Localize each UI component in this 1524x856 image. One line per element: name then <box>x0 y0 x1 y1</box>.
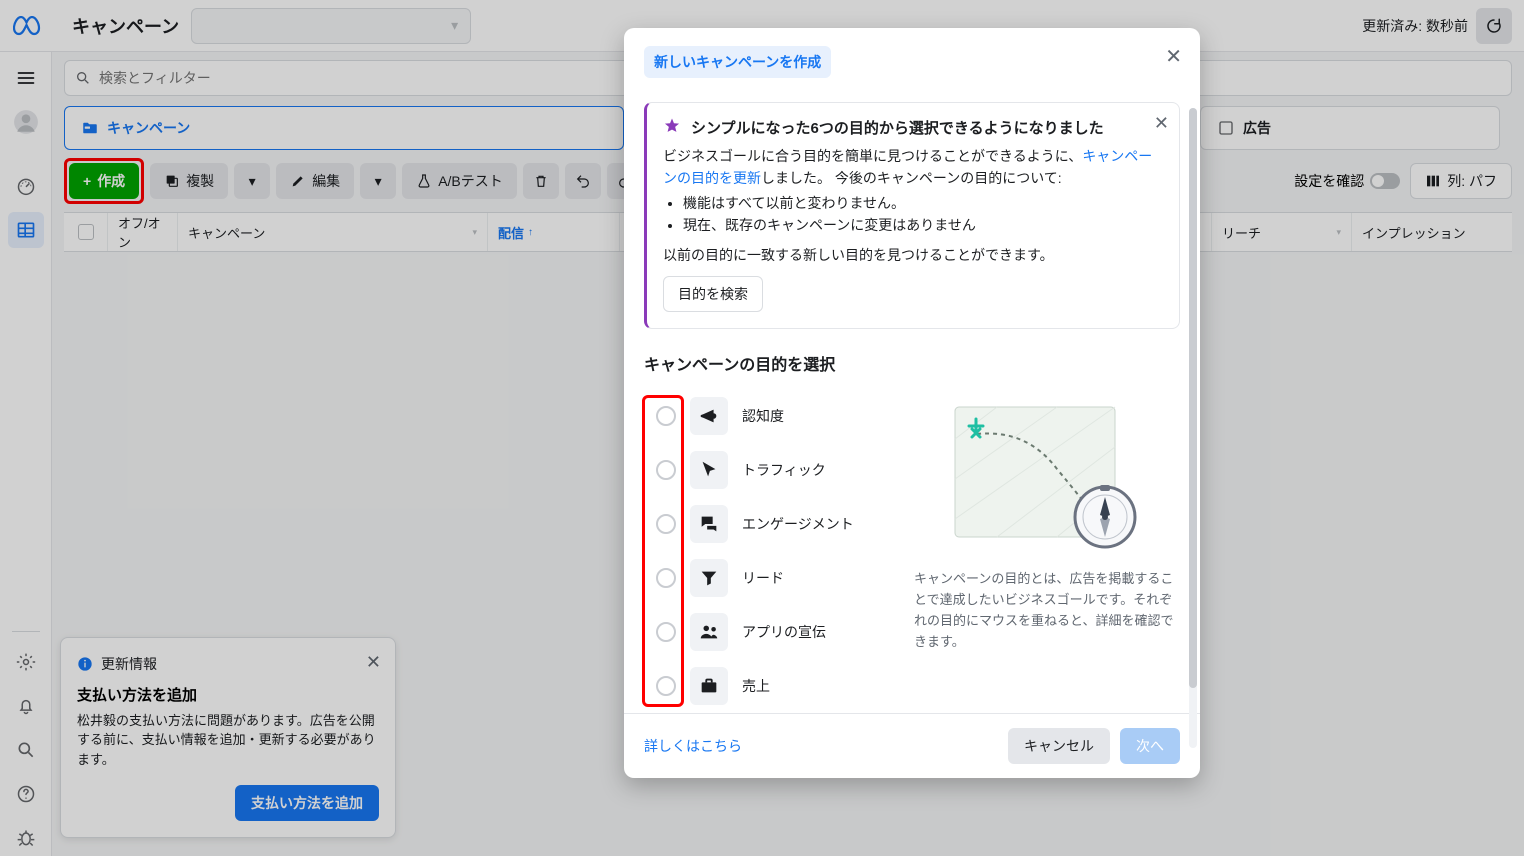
funnel-icon <box>690 559 728 597</box>
radio-button[interactable] <box>656 514 676 534</box>
objective-label: 認知度 <box>742 406 784 426</box>
objective-label: トラフィック <box>742 460 826 480</box>
next-button[interactable]: 次へ <box>1120 728 1180 764</box>
infobox-title: シンプルになった6つの目的から選択できるようになりました <box>691 117 1104 138</box>
objective-app-promotion[interactable]: アプリの宣伝 <box>644 605 896 659</box>
objective-label: リード <box>742 568 784 588</box>
megaphone-icon <box>690 397 728 435</box>
compass-map-illustration <box>937 389 1157 559</box>
objective-leads[interactable]: リード <box>644 551 896 605</box>
search-objective-button[interactable]: 目的を検索 <box>663 276 763 312</box>
objective-engagement[interactable]: エンゲージメント <box>644 497 896 551</box>
radio-button[interactable] <box>656 676 676 696</box>
objective-sales[interactable]: 売上 <box>644 659 896 713</box>
briefcase-icon <box>690 667 728 705</box>
infobox-bullet: 現在、既存のキャンペーンに変更はありません <box>683 215 1163 237</box>
infobox-body-pre: ビジネスゴールに合う目的を簡単に見つけることができるように、 <box>663 148 1082 164</box>
objective-traffic[interactable]: トラフィック <box>644 443 896 497</box>
radio-button[interactable] <box>656 622 676 642</box>
comments-icon <box>690 505 728 543</box>
objectives-section-title: キャンペーンの目的を選択 <box>644 351 1180 375</box>
cursor-icon <box>690 451 728 489</box>
infobox-body-post: しました。 今後のキャンペーンの目的について: <box>761 170 1062 186</box>
modal-scrollbar[interactable] <box>1189 108 1197 748</box>
preview-description: キャンペーンの目的とは、広告を掲載することで達成したいビジネスゴールです。それぞ… <box>914 569 1180 652</box>
objective-label: アプリの宣伝 <box>742 622 826 642</box>
infobox-bullet: 機能はすべて以前と変わりません。 <box>683 193 1163 215</box>
radio-button[interactable] <box>656 406 676 426</box>
radio-button[interactable] <box>656 568 676 588</box>
radio-button[interactable] <box>656 460 676 480</box>
close-modal-button[interactable]: ✕ <box>1165 44 1182 69</box>
objective-awareness[interactable]: 認知度 <box>644 389 896 443</box>
modal-footer: 詳しくはこちら キャンセル 次へ <box>624 713 1200 778</box>
objective-label: エンゲージメント <box>742 514 854 534</box>
objective-label: 売上 <box>742 676 770 696</box>
objective-list: 認知度 トラフィック エンゲージメント <box>644 389 896 713</box>
cancel-button[interactable]: キャンセル <box>1008 728 1110 764</box>
objective-update-info: ✕ シンプルになった6つの目的から選択できるようになりました ビジネスゴールに合… <box>644 102 1180 329</box>
objective-preview: キャンペーンの目的とは、広告を掲載することで達成したいビジネスゴールです。それぞ… <box>914 389 1180 713</box>
learn-more-link[interactable]: 詳しくはこちら <box>644 736 742 756</box>
users-icon <box>690 613 728 651</box>
create-campaign-modal: ✕ 新しいキャンペーンを作成 ✕ シンプルになった6つの目的から選択できるように… <box>624 28 1200 778</box>
star-icon <box>663 117 681 135</box>
close-infobox-button[interactable]: ✕ <box>1154 113 1169 134</box>
infobox-footer: 以前の目的に一致する新しい目的を見つけることができます。 <box>663 245 1163 267</box>
modal-tab-label: 新しいキャンペーンを作成 <box>644 46 831 78</box>
